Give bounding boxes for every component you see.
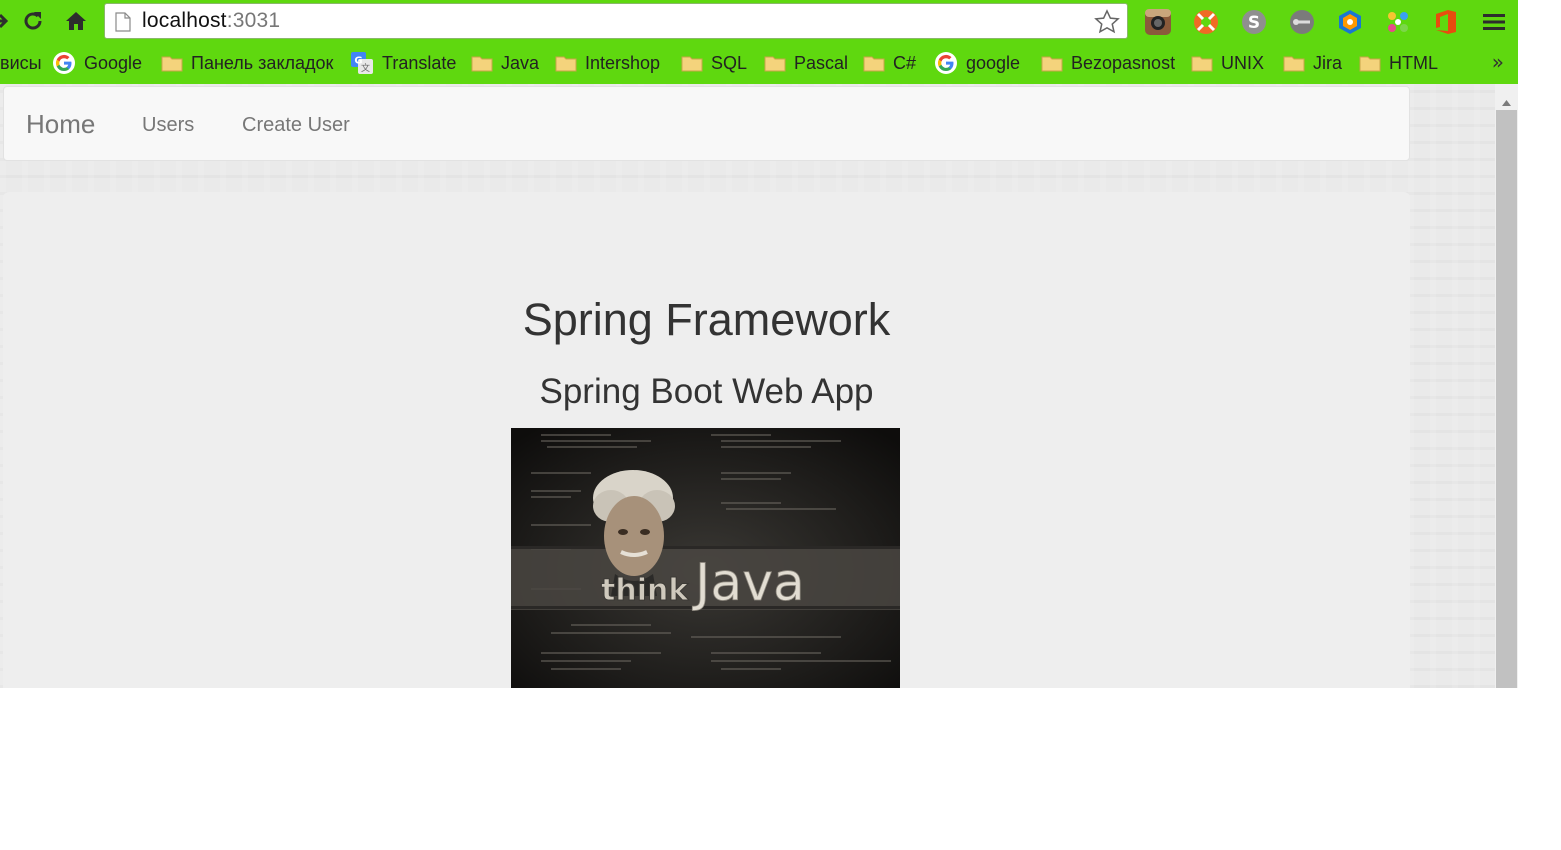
navbar-brand-home[interactable]: Home (26, 109, 95, 140)
url-host: localhost (142, 9, 227, 32)
bookmark-item[interactable]: Intershop (555, 50, 660, 76)
bookmarks-bar: висы Google Панель закладок G文 Translate… (0, 42, 1518, 84)
google-icon (52, 51, 76, 75)
bookmark-item[interactable]: google (934, 50, 1020, 76)
bookmark-label: google (966, 52, 1021, 73)
svg-text:文: 文 (361, 62, 370, 74)
page-icon (115, 12, 131, 36)
bookmark-label: Java (501, 52, 540, 73)
bookmark-item[interactable]: UNIX (1191, 50, 1264, 76)
bookmark-label: C# (893, 52, 917, 73)
bookmark-item[interactable]: висы (0, 50, 42, 76)
address-bar[interactable]: localhost:3031 (104, 3, 1128, 39)
bookmark-item[interactable]: Java (471, 50, 539, 76)
folder-icon (764, 54, 786, 72)
bookmark-label: Pascal (794, 52, 849, 73)
image-text-java: Java (692, 553, 805, 613)
bookmark-label: висы (0, 52, 42, 73)
folder-icon (1191, 54, 1213, 72)
navbar: Home Users Create User (3, 86, 1410, 161)
bookmark-item[interactable]: HTML (1359, 50, 1438, 76)
folder-icon (471, 54, 493, 72)
folder-icon (1283, 54, 1305, 72)
browser-toolbar: localhost:3031 S (0, 0, 1518, 42)
vertical-scrollbar[interactable] (1495, 84, 1518, 688)
instagram-extension-icon[interactable] (1144, 8, 1172, 36)
bookmark-label: HTML (1389, 52, 1438, 73)
bookmark-item[interactable]: SQL (681, 50, 747, 76)
bookmark-label: Jira (1313, 52, 1343, 73)
home-icon[interactable] (64, 9, 88, 33)
bookmark-label: Intershop (585, 52, 661, 73)
google-icon (934, 51, 958, 75)
folder-icon (863, 54, 885, 72)
forward-icon[interactable] (0, 9, 10, 33)
bookmark-label: Панель закладок (191, 52, 334, 73)
image-text-think: think (601, 573, 689, 608)
lifebuoy-extension-icon[interactable] (1192, 8, 1220, 36)
folder-icon (555, 54, 577, 72)
page-title: Spring Framework (522, 294, 891, 345)
office-extension-icon[interactable] (1432, 8, 1460, 36)
folder-icon (1359, 54, 1381, 72)
bookmarks-overflow-button[interactable]: » (1492, 50, 1504, 74)
bookmark-label: SQL (711, 52, 748, 73)
bookmark-item[interactable]: G文 Translate (350, 50, 456, 76)
key-extension-icon[interactable] (1288, 8, 1316, 36)
bookmark-item[interactable]: Jira (1283, 50, 1342, 76)
bookmark-label: Bezopasnost (1071, 52, 1176, 73)
bookmark-label: UNIX (1221, 52, 1265, 73)
scroll-up-arrow-icon[interactable] (1501, 92, 1512, 111)
menu-icon[interactable] (1480, 8, 1508, 36)
svg-text:S: S (1248, 13, 1260, 33)
bookmark-item[interactable]: Pascal (764, 50, 848, 76)
reload-icon[interactable] (21, 9, 45, 33)
bookmark-star-icon[interactable] (1093, 8, 1121, 40)
think-java-image: think Java (511, 428, 900, 688)
bookmark-label: Translate (382, 52, 457, 73)
folder-icon (681, 54, 703, 72)
paw-extension-icon[interactable] (1384, 8, 1412, 36)
bookmark-label: Google (84, 52, 143, 73)
url-port: :3031 (226, 9, 281, 32)
google-translate-icon: G文 (350, 51, 374, 75)
bookmark-item[interactable]: Панель закладок (161, 50, 333, 76)
nav-link-create-user[interactable]: Create User (242, 114, 350, 137)
skype-extension-icon[interactable]: S (1240, 8, 1268, 36)
browser-window: localhost:3031 S висы Google Панель закл… (0, 0, 1518, 688)
nav-link-users[interactable]: Users (142, 114, 194, 137)
scrollbar-thumb[interactable] (1496, 110, 1517, 688)
bookmark-item[interactable]: Google (52, 50, 142, 76)
bookmark-item[interactable]: Bezopasnost (1041, 50, 1175, 76)
url-text: localhost:3031 (142, 9, 280, 33)
folder-icon (161, 54, 183, 72)
shield-extension-icon[interactable] (1336, 8, 1364, 36)
page-subtitle: Spring Boot Web App (539, 372, 874, 411)
folder-icon (1041, 54, 1063, 72)
bookmark-item[interactable]: C# (863, 50, 916, 76)
